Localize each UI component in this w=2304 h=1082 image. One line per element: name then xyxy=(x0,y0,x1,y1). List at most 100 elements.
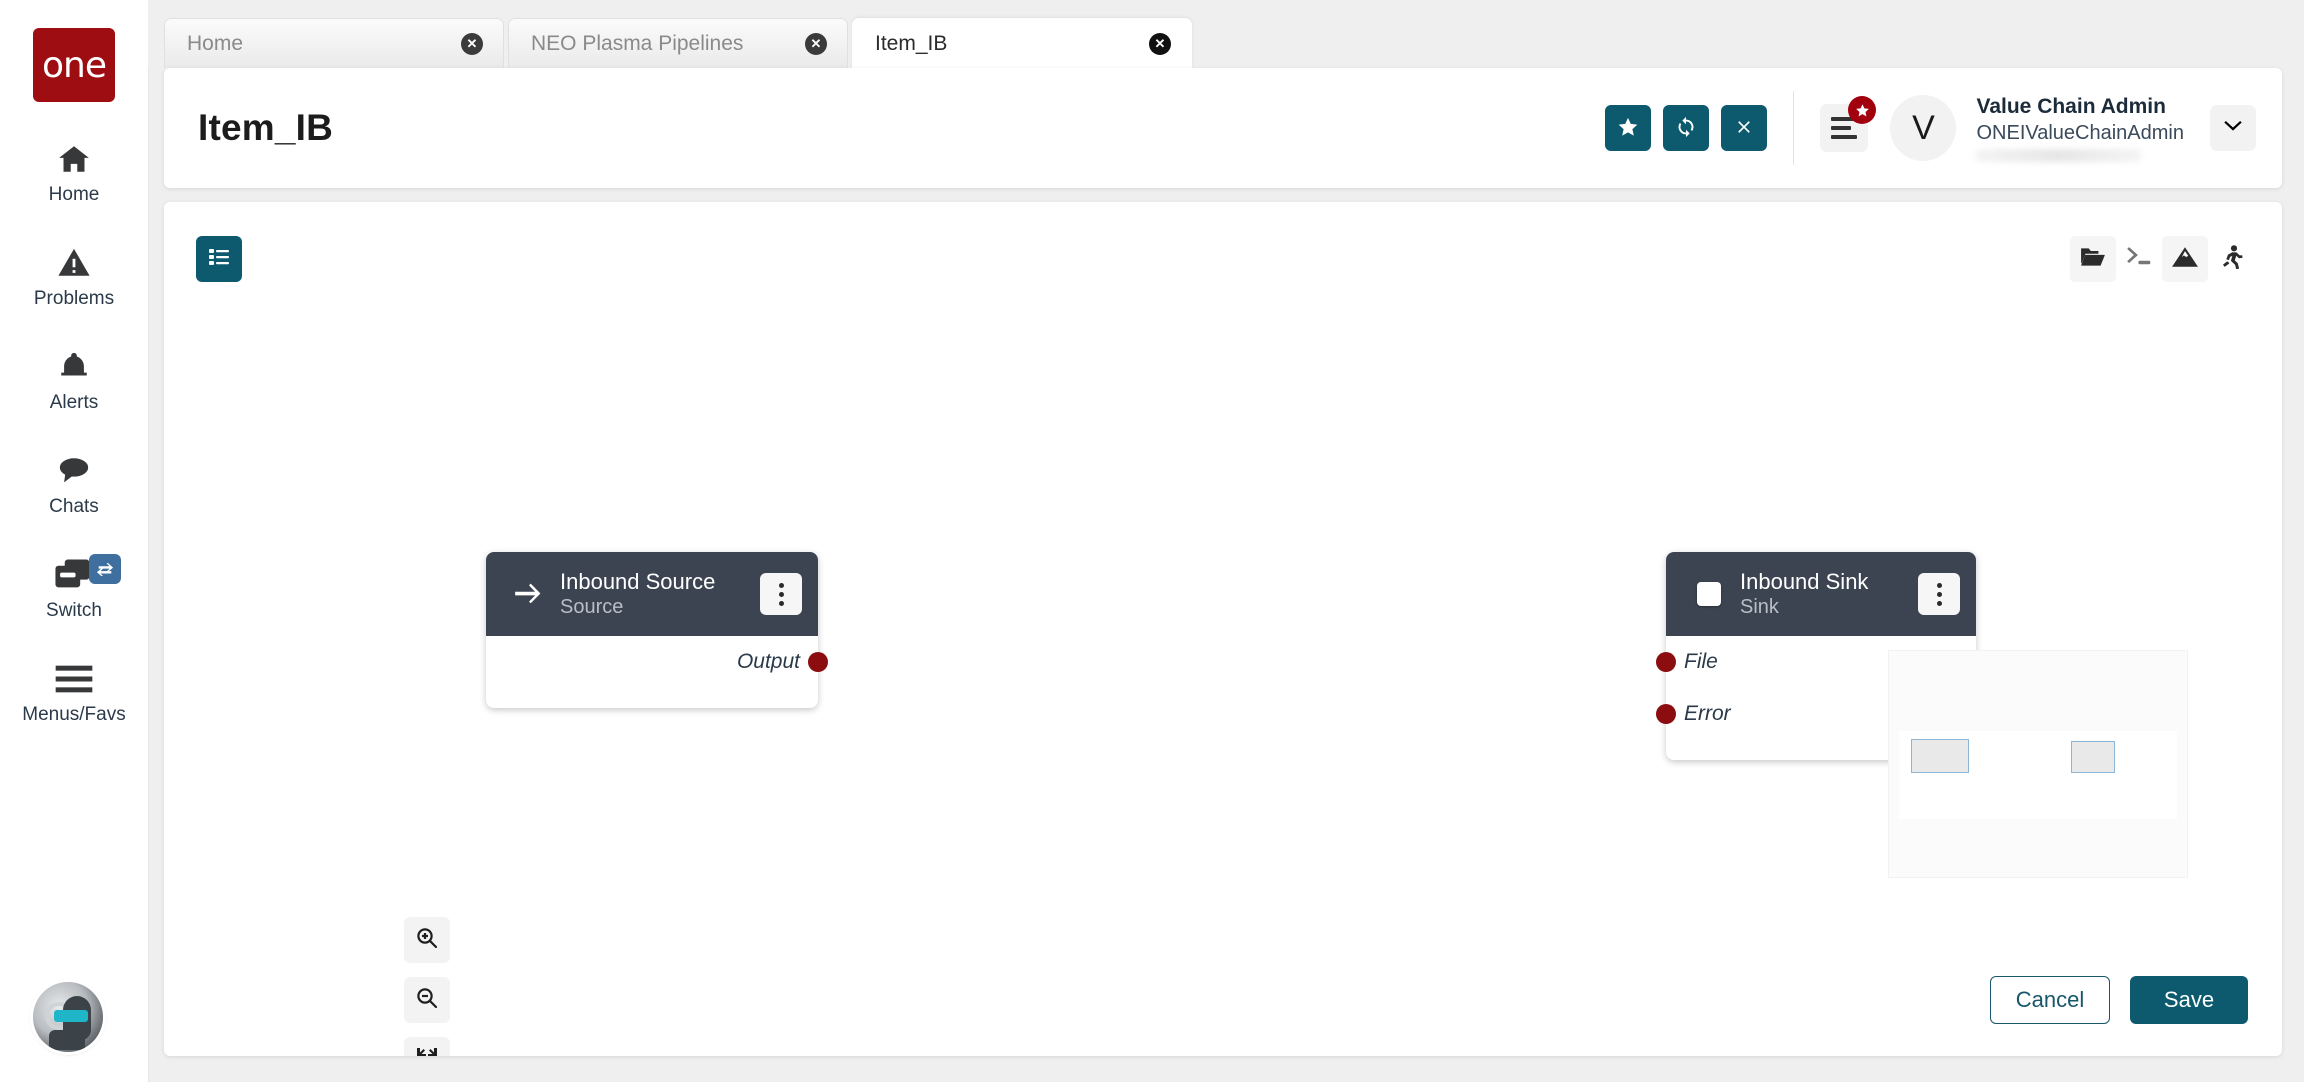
open-folder-tool[interactable] xyxy=(2070,236,2116,282)
folder-open-icon xyxy=(2080,245,2106,274)
main-area: Home ✕ NEO Plasma Pipelines ✕ Item_IB ✕ … xyxy=(148,0,2304,1082)
user-redacted-line xyxy=(1976,149,2141,162)
node-bottom-pad xyxy=(486,688,818,708)
warning-triangle-icon xyxy=(54,242,94,284)
mountain-image-icon xyxy=(2171,245,2199,274)
user-name: Value Chain Admin xyxy=(1976,94,2184,120)
kebab-menu-icon[interactable] xyxy=(760,573,802,615)
hamburger-icon xyxy=(54,658,94,700)
sidebar-item-home[interactable]: Home xyxy=(0,138,148,206)
stop-square-icon xyxy=(1688,582,1730,606)
logo-text: one xyxy=(42,45,106,86)
app-root: one Home Problems Alerts Chats xyxy=(0,0,2304,1082)
cancel-button[interactable]: Cancel xyxy=(1990,976,2110,1024)
canvas-zoom-tools xyxy=(404,917,450,1056)
tab-strip: Home ✕ NEO Plasma Pipelines ✕ Item_IB ✕ xyxy=(148,0,2304,68)
sidebar-item-menus-favs[interactable]: Menus/Favs xyxy=(0,658,148,726)
node-header[interactable]: Inbound Source Source xyxy=(486,552,818,636)
user-info: Value Chain Admin ONEIValueChainAdmin xyxy=(1976,94,2184,161)
port-label: Output xyxy=(737,650,800,674)
list-icon xyxy=(207,245,231,274)
zoom-in-button[interactable] xyxy=(404,917,450,963)
list-view-toggle[interactable] xyxy=(196,236,242,282)
tab-home[interactable]: Home ✕ xyxy=(164,18,504,68)
x-icon xyxy=(1734,117,1754,140)
fit-to-screen-button[interactable] xyxy=(404,1037,450,1056)
sidebar-label-alerts: Alerts xyxy=(50,392,99,414)
node-inbound-source[interactable]: Inbound Source Source Output xyxy=(486,552,818,708)
app-logo[interactable]: one xyxy=(33,28,115,102)
port-label: File xyxy=(1684,650,1718,674)
refresh-button[interactable] xyxy=(1663,105,1709,151)
close-icon[interactable]: ✕ xyxy=(805,33,827,55)
tab-label: Home xyxy=(187,32,243,56)
image-tool[interactable] xyxy=(2162,236,2208,282)
header-actions xyxy=(1605,105,1767,151)
home-icon xyxy=(54,138,94,180)
refresh-icon xyxy=(1675,116,1697,141)
tab-item-ib[interactable]: Item_IB ✕ xyxy=(852,18,1192,68)
node-title: Inbound Source xyxy=(560,569,760,594)
file-port-dot[interactable] xyxy=(1656,652,1676,672)
sidebar-item-alerts[interactable]: Alerts xyxy=(0,346,148,414)
node-header[interactable]: Inbound Sink Sink xyxy=(1666,552,1976,636)
runner-icon xyxy=(2219,245,2243,274)
kebab-menu-icon[interactable] xyxy=(1918,573,1960,615)
close-icon[interactable]: ✕ xyxy=(1149,33,1171,55)
star-icon xyxy=(1848,96,1876,124)
minimap-viewport xyxy=(1899,731,2177,819)
avatar[interactable]: V xyxy=(1890,95,1956,161)
save-button[interactable]: Save xyxy=(2130,976,2248,1024)
run-tool[interactable] xyxy=(2208,236,2254,282)
sidebar-label-chats: Chats xyxy=(49,496,99,518)
sidebar-item-chats[interactable]: Chats xyxy=(0,450,148,518)
canvas-minimap[interactable] xyxy=(1888,650,2188,878)
terminal-icon xyxy=(2125,245,2153,274)
node-body: Output xyxy=(486,636,818,708)
form-actions: Cancel Save xyxy=(1990,976,2248,1024)
minimap-node-thumb xyxy=(2071,741,2115,773)
tab-neo-plasma-pipelines[interactable]: NEO Plasma Pipelines ✕ xyxy=(508,18,848,68)
header-divider xyxy=(1793,91,1794,165)
page-title: Item_IB xyxy=(198,107,333,149)
close-icon[interactable]: ✕ xyxy=(461,33,483,55)
node-titles: Inbound Sink Sink xyxy=(1740,569,1918,618)
favorite-button[interactable] xyxy=(1605,105,1651,151)
sidebar-item-problems[interactable]: Problems xyxy=(0,242,148,310)
port-label: Error xyxy=(1684,702,1731,726)
sidebar-label-problems: Problems xyxy=(34,288,114,310)
bell-icon xyxy=(55,346,93,388)
sidebar-label-switch: Switch xyxy=(46,600,102,622)
avatar-initial: V xyxy=(1912,109,1935,148)
error-port-dot[interactable] xyxy=(1656,704,1676,724)
sidebar-label-home: Home xyxy=(49,184,100,206)
menu-list-button[interactable] xyxy=(1820,104,1868,152)
canvas-toolbar xyxy=(2070,236,2254,282)
minimap-node-thumb xyxy=(1911,739,1969,773)
close-button[interactable] xyxy=(1721,105,1767,151)
node-title: Inbound Sink xyxy=(1740,569,1918,594)
sidebar-item-switch[interactable]: Switch xyxy=(0,554,148,622)
chevron-down-icon xyxy=(2222,118,2244,139)
tab-label: Item_IB xyxy=(875,32,947,56)
node-subtitle: Sink xyxy=(1740,595,1918,619)
output-port-dot[interactable] xyxy=(808,652,828,672)
zoom-in-icon xyxy=(415,926,439,955)
node-output-port[interactable]: Output xyxy=(486,636,818,688)
page-header: Item_IB xyxy=(164,68,2282,188)
sidebar-label-menus-favs: Menus/Favs xyxy=(22,704,125,726)
ai-assistant-avatar[interactable] xyxy=(33,982,103,1052)
ai-orb-body xyxy=(49,1030,85,1050)
user-menu-toggle[interactable] xyxy=(2210,105,2256,151)
user-account: ONEIValueChainAdmin xyxy=(1976,121,2184,146)
zoom-out-button[interactable] xyxy=(404,977,450,1023)
tab-label: NEO Plasma Pipelines xyxy=(531,32,743,56)
switch-toggle-badge[interactable] xyxy=(89,554,121,584)
left-sidebar: one Home Problems Alerts Chats xyxy=(0,0,148,1082)
node-titles: Inbound Source Source xyxy=(560,569,760,618)
pipeline-canvas[interactable]: Inbound Source Source Output xyxy=(164,202,2282,1056)
node-subtitle: Source xyxy=(560,595,760,619)
zoom-out-icon xyxy=(415,986,439,1015)
console-tool[interactable] xyxy=(2116,236,2162,282)
chat-bubble-icon xyxy=(54,450,94,492)
